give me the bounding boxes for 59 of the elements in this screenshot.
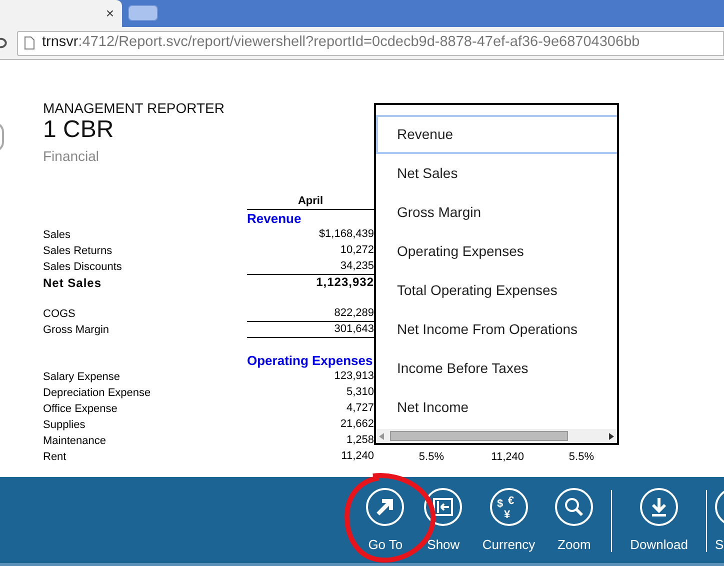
row-label: Sales Returns: [43, 245, 112, 257]
toolbar-button[interactable]: Go To: [356, 488, 414, 554]
search-icon: [555, 488, 594, 526]
toolbar-button[interactable]: Zoom: [545, 488, 604, 554]
row-label: Sales Discounts: [43, 261, 122, 273]
scroll-right-icon[interactable]: [609, 432, 614, 440]
goto-menu-item[interactable]: Net Income: [376, 388, 617, 427]
column-header: April: [298, 195, 324, 207]
address-field[interactable]: trnsvr:4712/Report.svc/report/viewershell?reportId=0cdecb9d-8878-47ef-af36-9e68704306bb: [17, 30, 724, 56]
report-subtitle: Financial: [43, 147, 100, 166]
row-label: Depreciation Expense: [43, 387, 151, 399]
row-value: $1,168,439: [318, 228, 374, 240]
row-label: Salary Expense: [43, 371, 120, 383]
row-value: 11,240: [491, 451, 524, 463]
reload-icon[interactable]: [0, 36, 8, 50]
row-value: 21,662: [340, 418, 374, 430]
report-title: 1 CBR: [43, 116, 114, 144]
goto-menu-item[interactable]: Net Income From Operations: [376, 310, 617, 349]
row-value: 1,123,932: [316, 275, 374, 289]
row-value: 822,289: [334, 307, 374, 319]
toolbar-button[interactable]: $ € ¥ Currency: [472, 488, 546, 554]
row-label: Sales: [43, 229, 71, 241]
row-value: 123,913: [334, 370, 374, 382]
scroll-left-icon[interactable]: [379, 432, 384, 440]
download-icon: [640, 488, 678, 526]
row-label: Rent: [43, 451, 66, 463]
row-label: Office Expense: [43, 403, 118, 415]
goto-menu-item[interactable]: Income Before Taxes: [376, 349, 617, 388]
row-value: 301,643: [334, 323, 374, 335]
row-value: 4,727: [346, 402, 374, 414]
goto-menu-item[interactable]: Operating Expenses: [376, 232, 617, 271]
row-value: 5.5%: [418, 451, 444, 463]
section-heading: Revenue: [247, 210, 302, 227]
goto-menu-item[interactable]: Total Operating Expenses: [376, 271, 617, 310]
row-value: 10,272: [340, 244, 374, 256]
section-heading: Operating Expenses: [247, 352, 373, 369]
goto-menu-item[interactable]: Revenue: [376, 115, 617, 154]
browser-tab[interactable]: ×: [0, 0, 122, 27]
horizontal-scrollbar[interactable]: [376, 429, 617, 443]
toolbar-button[interactable]: S: [715, 488, 724, 554]
row-value: 5.5%: [568, 451, 594, 463]
row-value: 34,235: [340, 260, 374, 272]
row-label: Maintenance: [43, 435, 106, 447]
row-label: Gross Margin: [43, 324, 110, 336]
row-label: COGS: [43, 308, 76, 320]
row-value: 5,310: [346, 386, 374, 398]
url-text: trnsvr:4712/Report.svc/report/viewershell?reportId=0cdecb9d-8878-47ef-af36-9e68704306bb: [42, 33, 640, 52]
row-label: Net Sales: [43, 276, 102, 290]
new-tab-button[interactable]: [128, 5, 158, 21]
page-icon: [24, 36, 35, 50]
row-label: Supplies: [43, 419, 86, 431]
row-value: 1,258: [346, 434, 374, 446]
brand-text: MANAGEMENT REPORTER: [43, 100, 225, 116]
toolbar-button[interactable]: Show: [414, 488, 472, 554]
currency-icon: $ € ¥: [490, 488, 528, 526]
goto-menu-item[interactable]: Gross Margin: [376, 193, 617, 232]
goto-menu-item[interactable]: Net Sales: [376, 154, 617, 193]
row-value: 11,240: [341, 450, 374, 462]
toolbar-button[interactable]: Download: [620, 488, 698, 554]
